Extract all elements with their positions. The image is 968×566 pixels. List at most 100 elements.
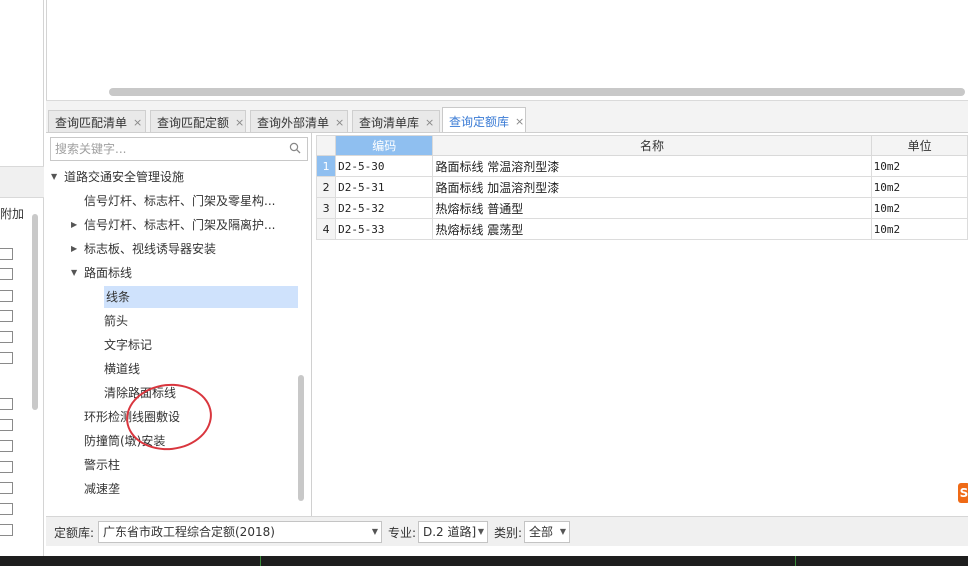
row-checkbox[interactable] [0, 310, 13, 322]
chevron-down-icon: ▼ [477, 527, 484, 536]
quota-library-label: 定额库: [54, 526, 95, 540]
column-header-code[interactable]: 编码 [335, 135, 434, 156]
tree-node-label: 清除路面标线 [104, 386, 177, 400]
tab-bar: 查询匹配清单 × 查询匹配定额 × 查询外部清单 × 查询清单库 × 查询定额库… [46, 100, 968, 134]
tree-node-label: 防撞筒(墩)安装 [84, 434, 166, 448]
search-icon[interactable] [289, 142, 301, 154]
top-horizontal-scrollbar[interactable] [109, 88, 965, 96]
row-number[interactable]: 3 [315, 197, 337, 219]
row-checkbox[interactable] [0, 461, 13, 473]
quota-library-value: 广东省市政工程综合定额(2018) [103, 525, 275, 539]
row-checkbox[interactable] [0, 331, 13, 343]
tree-node-label: 环形检测线圈敷设 [84, 410, 181, 424]
tree-node-label: 箭头 [104, 314, 129, 328]
tab-query-quota-library[interactable]: 查询定额库 × [442, 107, 526, 134]
tree-node[interactable]: ▶ 信号灯杆、标志杆、门架及隔离护... [71, 214, 276, 236]
tree-node[interactable]: ▼ 路面标线 [71, 262, 133, 284]
tree-node-label: 警示柱 [84, 458, 121, 472]
grid-header-row: 编码 名称 单位 [315, 135, 968, 156]
row-checkbox[interactable] [0, 290, 13, 302]
unit-cell[interactable]: 10m2 [870, 218, 968, 240]
tab-query-list-library[interactable]: 查询清单库 × [352, 110, 440, 133]
top-content-area [46, 0, 968, 100]
code-cell[interactable]: D2-5-31 [335, 176, 434, 198]
tree-node[interactable]: ▶ 标志板、视线诱导器安装 [71, 238, 217, 260]
tab-query-match-quota[interactable]: 查询匹配定额 × [150, 110, 246, 133]
table-row[interactable]: 3 D2-5-32 热熔标线 普通型 10m2 [315, 197, 968, 219]
grid-corner-cell[interactable] [315, 135, 337, 156]
category-label: 类别: [494, 526, 523, 540]
expand-arrow-right-icon[interactable]: ▶ [71, 214, 77, 236]
row-checkbox[interactable] [0, 398, 13, 410]
unit-cell[interactable]: 10m2 [870, 197, 968, 219]
row-number[interactable]: 1 [315, 155, 337, 177]
tab-label: 查询定额库 [449, 114, 510, 129]
tree-node-label: 路面标线 [84, 266, 133, 280]
code-cell[interactable]: D2-5-32 [335, 197, 434, 219]
major-select[interactable]: D.2 道路] ▼ [418, 521, 488, 543]
tree-node[interactable]: ▼ 道路交通安全管理设施 [51, 166, 184, 188]
chevron-down-icon: ▼ [371, 527, 378, 536]
row-checkbox[interactable] [0, 503, 13, 515]
name-cell[interactable]: 路面标线 常温溶剂型漆 [432, 155, 872, 177]
tab-close-icon[interactable]: × [425, 116, 434, 129]
unit-cell[interactable]: 10m2 [870, 176, 968, 198]
tree-node-label: 标志板、视线诱导器安装 [84, 242, 217, 256]
tab-close-icon[interactable]: × [515, 115, 524, 128]
expand-arrow-down-icon[interactable]: ▼ [51, 166, 57, 188]
filter-bar: 定额库: 广东省市政工程综合定额(2018) ▼ 专业: D.2 道路] ▼ 类… [46, 516, 968, 546]
tree-node[interactable]: 文字标记 [104, 334, 152, 356]
row-checkbox[interactable] [0, 482, 13, 494]
tab-query-external-list[interactable]: 查询外部清单 × [250, 110, 348, 133]
category-value: 全部 [529, 525, 554, 539]
row-checkbox[interactable] [0, 419, 13, 431]
name-cell[interactable]: 热熔标线 震荡型 [432, 218, 872, 240]
tree-node[interactable]: 信号灯杆、标志杆、门架及零星构... [84, 190, 275, 212]
tree-node-label: 文字标记 [104, 338, 153, 352]
row-number[interactable]: 2 [315, 176, 337, 198]
category-tree-pane: ▼ 道路交通安全管理设施信号灯杆、标志杆、门架及零星构... ▶ 信号灯杆、标志杆、门… [46, 133, 312, 517]
code-cell[interactable]: D2-5-33 [335, 218, 434, 240]
quota-library-panel: ▼ 道路交通安全管理设施信号灯杆、标志杆、门架及零星构... ▶ 信号灯杆、标志杆、门… [46, 132, 968, 517]
tab-close-icon[interactable]: × [133, 116, 142, 129]
row-checkbox[interactable] [0, 440, 13, 452]
search-input[interactable] [51, 138, 271, 160]
name-cell[interactable]: 路面标线 加温溶剂型漆 [432, 176, 872, 198]
row-checkbox[interactable] [0, 524, 13, 536]
table-row[interactable]: 1 D2-5-30 路面标线 常温溶剂型漆 10m2 [315, 155, 968, 177]
tree-node[interactable]: 减速垄 [84, 478, 120, 500]
expand-arrow-down-icon[interactable]: ▼ [71, 262, 77, 284]
tree-node[interactable]: 防撞筒(墩)安装 [84, 430, 165, 452]
expand-arrow-right-icon[interactable]: ▶ [71, 238, 77, 260]
left-panel-scrollbar[interactable] [32, 214, 38, 410]
tree-node[interactable]: 警示柱 [84, 454, 120, 476]
name-cell[interactable]: 热熔标线 普通型 [432, 197, 872, 219]
tab-query-match-list[interactable]: 查询匹配清单 × [48, 110, 146, 133]
search-box[interactable] [50, 137, 308, 161]
tree-node[interactable]: 线条 [104, 286, 298, 308]
unit-cell[interactable]: 10m2 [870, 155, 968, 177]
tree-node-label: 信号灯杆、标志杆、门架及零星构... [84, 194, 276, 208]
tab-close-icon[interactable]: × [235, 116, 244, 129]
tree-node[interactable]: 环形检测线圈敷设 [84, 406, 180, 428]
category-select[interactable]: 全部 ▼ [524, 521, 570, 543]
tree-node[interactable]: 箭头 [104, 310, 128, 332]
tree-scrollbar[interactable] [298, 375, 304, 501]
table-row[interactable]: 2 D2-5-31 路面标线 加温溶剂型漆 10m2 [315, 176, 968, 198]
tree-node[interactable]: 横道线 [104, 358, 140, 380]
column-header-name[interactable]: 名称 [432, 135, 872, 156]
row-checkbox[interactable] [0, 248, 13, 260]
tab-close-icon[interactable]: × [335, 116, 344, 129]
row-checkbox[interactable] [0, 268, 13, 280]
tree-node[interactable]: 清除路面标线 [104, 382, 176, 404]
major-label: 专业: [388, 526, 417, 540]
quota-library-select[interactable]: 广东省市政工程综合定额(2018) ▼ [98, 521, 382, 543]
table-row[interactable]: 4 D2-5-33 热熔标线 震荡型 10m2 [315, 218, 968, 240]
side-badge-icon[interactable]: S [958, 483, 968, 503]
code-cell[interactable]: D2-5-30 [335, 155, 434, 177]
row-checkbox[interactable] [0, 352, 13, 364]
tree-node-label: 信号灯杆、标志杆、门架及隔离护... [84, 218, 276, 232]
row-number[interactable]: 4 [315, 218, 337, 240]
column-header-unit[interactable]: 单位 [870, 135, 968, 156]
tab-label: 查询外部清单 [257, 115, 330, 130]
